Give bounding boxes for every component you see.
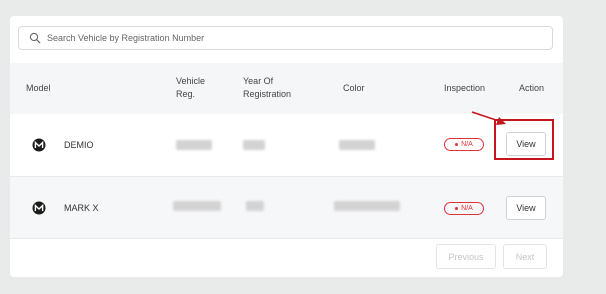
column-header-model: Model [26, 83, 51, 93]
column-header-year: Year Of Registration [243, 76, 292, 99]
row-divider [10, 176, 563, 177]
status-dot-icon [455, 143, 459, 146]
view-button[interactable]: View [506, 196, 546, 220]
color-redacted [334, 201, 400, 211]
search-icon [29, 32, 41, 44]
vehicle-reg-redacted [173, 201, 221, 211]
row-divider [10, 238, 563, 239]
year-redacted [243, 140, 265, 150]
column-header-color: Color [343, 83, 365, 93]
previous-button[interactable]: Previous [436, 244, 496, 269]
next-button[interactable]: Next [503, 244, 547, 269]
model-name: DEMIO [64, 140, 94, 150]
vehicle-reg-redacted [176, 140, 212, 150]
mazda-logo-icon [32, 138, 46, 152]
mazda-logo-icon [32, 201, 46, 215]
column-header-inspection: Inspection [444, 83, 486, 93]
inspection-status: N/A [461, 205, 473, 212]
model-name: MARK X [64, 203, 99, 213]
column-header-action: Action [519, 83, 545, 93]
status-badge: N/A [444, 138, 484, 151]
search-input[interactable] [47, 33, 527, 43]
year-redacted [246, 201, 264, 211]
color-redacted [339, 140, 375, 150]
status-badge: N/A [444, 202, 484, 215]
inspection-status: N/A [461, 141, 473, 148]
status-dot-icon [455, 207, 459, 210]
annotation-arrow-icon [471, 111, 506, 125]
search-box[interactable] [18, 26, 553, 50]
table-row: MARK X N/A View [10, 176, 563, 238]
vehicle-list-card: Model Vehicle Reg. Year Of Registration … [10, 16, 563, 277]
column-header-vehicle-reg: Vehicle Reg. [176, 76, 206, 99]
